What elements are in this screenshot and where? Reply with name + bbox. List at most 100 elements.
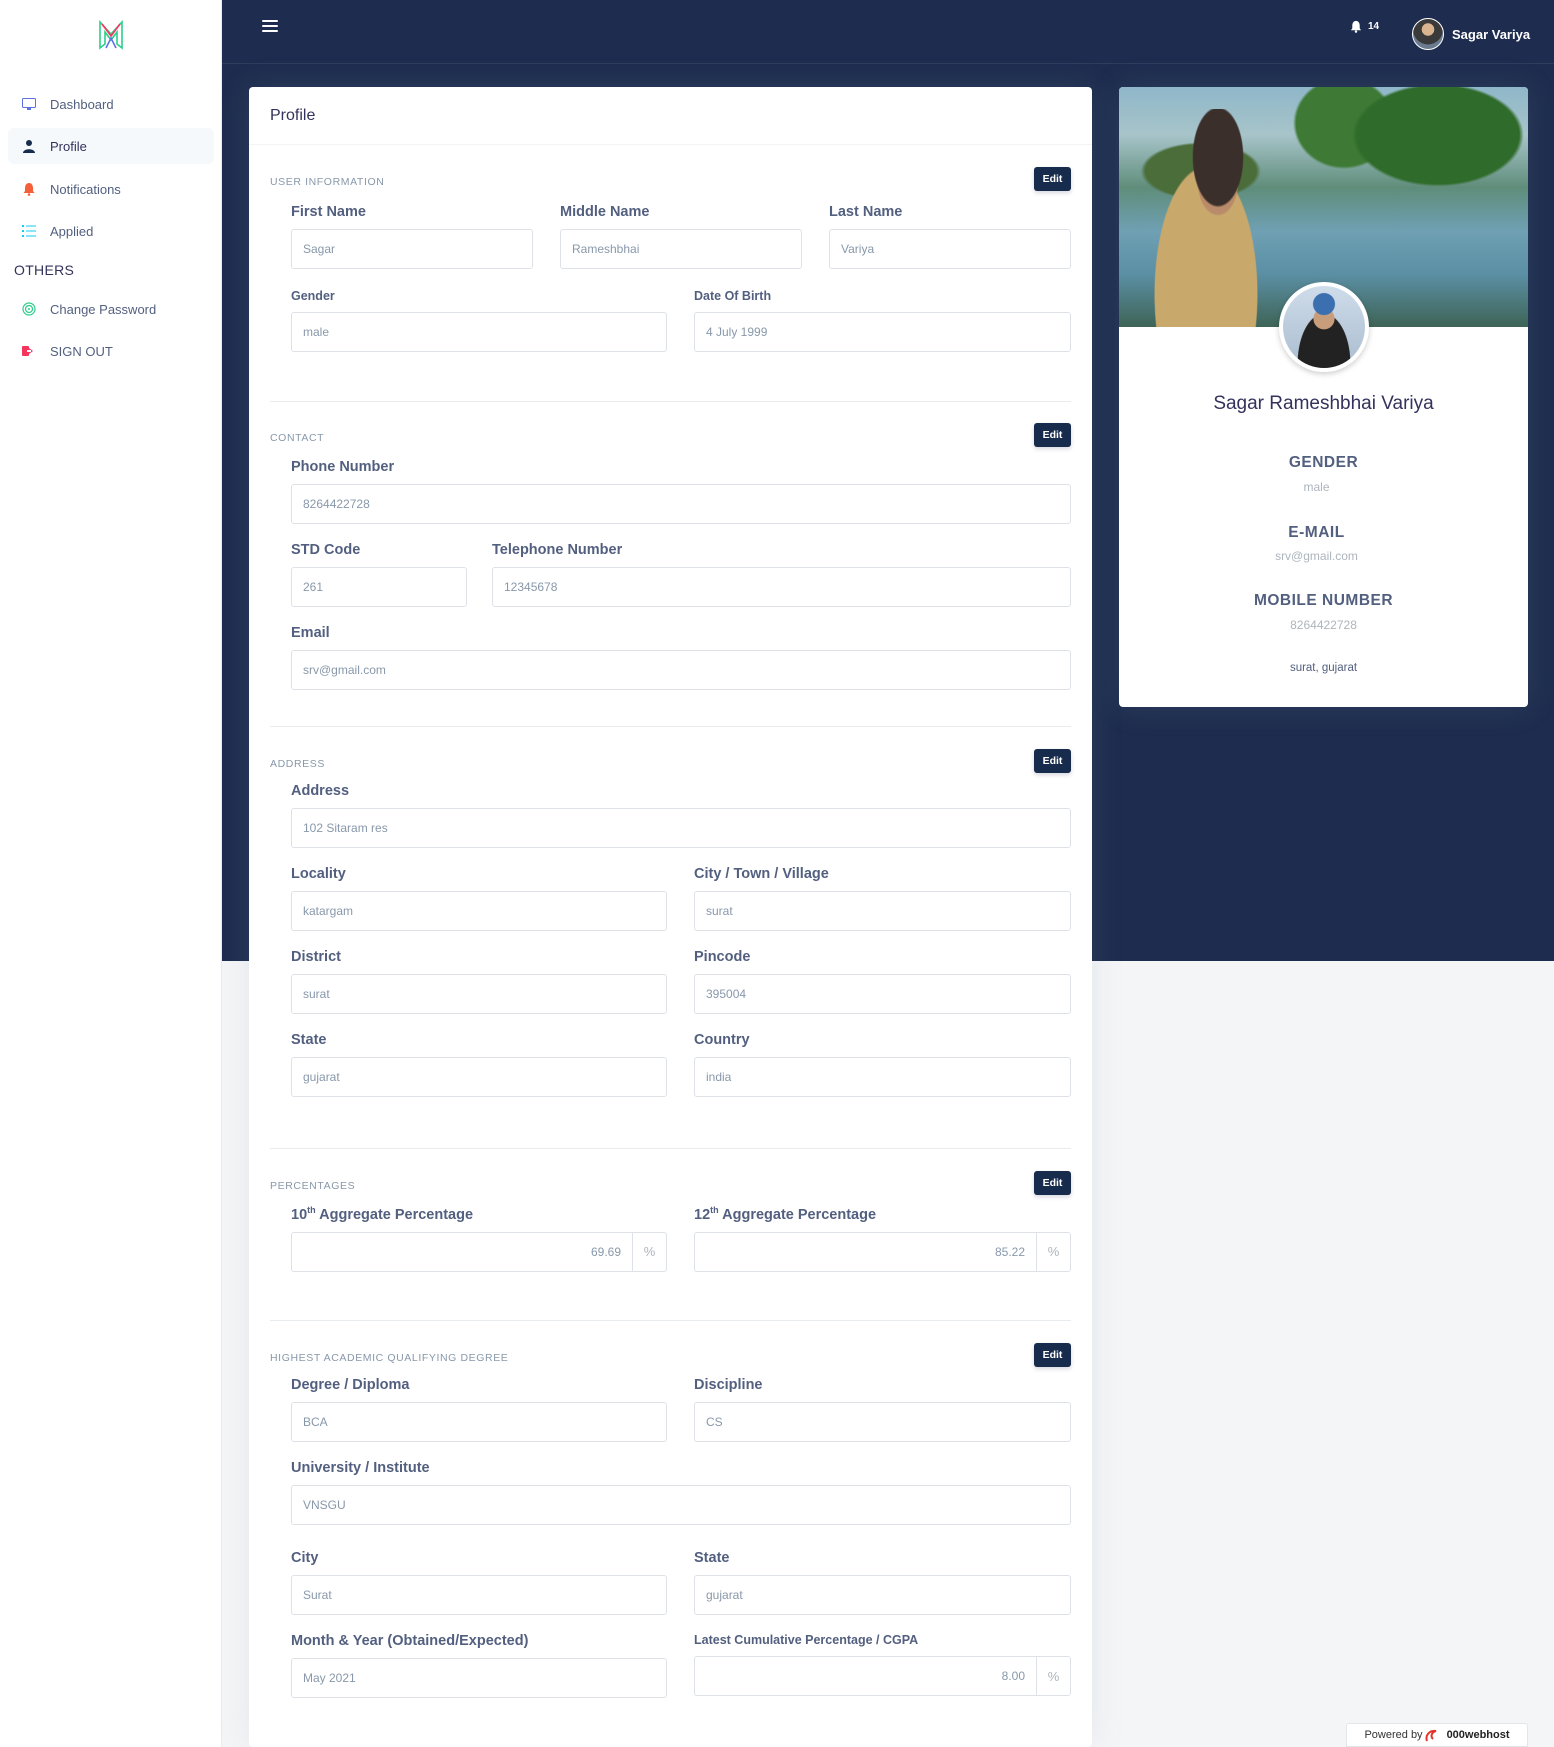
- degree-state-label: State: [694, 1550, 730, 1566]
- university-label: University / Institute: [291, 1460, 430, 1476]
- sidebar-item-applied[interactable]: Applied: [8, 213, 214, 249]
- avatar: [1412, 18, 1444, 50]
- telephone-field[interactable]: 12345678: [492, 567, 1071, 607]
- brand-logo-icon[interactable]: [98, 20, 124, 50]
- degree-city-label: City: [291, 1550, 319, 1566]
- address-field[interactable]: 102 Sitaram res: [291, 808, 1071, 848]
- month-year-field[interactable]: May 2021: [291, 1658, 667, 1698]
- university-field[interactable]: VNSGU: [291, 1485, 1071, 1525]
- sidebar-item-sign-out[interactable]: SIGN OUT: [8, 333, 214, 369]
- powered-by-badge[interactable]: Powered by 000webhost: [1346, 1723, 1528, 1747]
- degree-city-field[interactable]: Surat: [291, 1575, 667, 1615]
- edit-degree-button[interactable]: Edit: [1034, 1343, 1071, 1367]
- state-group: State gujarat: [291, 1032, 667, 1097]
- locality-field[interactable]: katargam: [291, 891, 667, 931]
- divider: [270, 401, 1071, 402]
- hamburger-menu-icon[interactable]: [262, 20, 278, 36]
- address-group: Address 102 Sitaram res: [291, 783, 1071, 848]
- edit-percentages-button[interactable]: Edit: [1034, 1171, 1071, 1195]
- section-title: USER INFORMATION: [270, 176, 385, 188]
- twelfth-percentage-group: 12th Aggregate Percentage 85.22 %: [694, 1205, 1071, 1272]
- list-icon: [22, 224, 36, 238]
- sign-out-icon: [22, 344, 36, 358]
- email-label: Email: [291, 625, 330, 641]
- gender-value: male: [1303, 480, 1330, 494]
- state-field[interactable]: gujarat: [291, 1057, 667, 1097]
- std-code-field[interactable]: 261: [291, 567, 467, 607]
- sidebar-item-change-password[interactable]: Change Password: [8, 291, 214, 327]
- address-label: Address: [291, 783, 350, 799]
- mobile-value: 8264422728: [1290, 618, 1357, 632]
- section-title: PERCENTAGES: [270, 1180, 356, 1192]
- others-heading: OTHERS: [14, 262, 75, 278]
- email-value: srv@gmail.com: [1275, 549, 1358, 563]
- user-icon: [22, 139, 36, 153]
- cgpa-field[interactable]: 8.00: [694, 1656, 1036, 1696]
- tenth-percentage-group: 10th Aggregate Percentage 69.69 %: [291, 1205, 667, 1272]
- notification-bell[interactable]: 14: [1350, 20, 1379, 33]
- pincode-group: Pincode 395004: [694, 949, 1071, 1014]
- last-name-field[interactable]: Variya: [829, 229, 1071, 269]
- edit-contact-button[interactable]: Edit: [1034, 423, 1071, 447]
- district-field[interactable]: surat: [291, 974, 667, 1014]
- location-text: surat, gujarat: [1289, 662, 1358, 674]
- fingerprint-icon: [22, 302, 36, 316]
- district-group: District surat: [291, 949, 667, 1014]
- user-menu[interactable]: Sagar Variya: [1412, 18, 1530, 50]
- notification-count: 14: [1368, 21, 1380, 32]
- cgpa-label: Latest Cumulative Percentage / CGPA: [694, 1633, 919, 1647]
- dob-group: Date Of Birth 4 July 1999: [694, 289, 1071, 352]
- sidebar-item-notifications[interactable]: Notifications: [8, 171, 214, 207]
- sidebar-item-profile[interactable]: Profile: [8, 128, 214, 164]
- host-logo-icon: [1425, 1729, 1437, 1742]
- top-navbar: 14 Sagar Variya: [222, 0, 1554, 64]
- sidebar-item-label: Notifications: [50, 181, 121, 197]
- first-name-field[interactable]: Sagar: [291, 229, 533, 269]
- university-group: University / Institute VNSGU: [291, 1460, 1071, 1525]
- city-label: City / Town / Village: [694, 866, 829, 882]
- email-field[interactable]: srv@gmail.com: [291, 650, 1071, 690]
- divider: [270, 1148, 1071, 1149]
- monitor-icon: [22, 97, 36, 111]
- sidebar-item-dashboard[interactable]: Dashboard: [8, 86, 214, 122]
- country-field[interactable]: india: [694, 1057, 1071, 1097]
- host-brand: 000webhost: [1446, 1729, 1510, 1741]
- email-title: E-MAIL: [1288, 524, 1345, 541]
- sidebar-item-label: Profile: [50, 138, 87, 154]
- sidebar-item-label: SIGN OUT: [50, 343, 113, 359]
- country-label: Country: [694, 1032, 750, 1048]
- tenth-percentage-field[interactable]: 69.69: [291, 1231, 632, 1272]
- middle-name-field[interactable]: Rameshbhai: [560, 229, 802, 269]
- first-name-label: First Name: [291, 204, 366, 220]
- telephone-group: Telephone Number 12345678: [492, 542, 1071, 607]
- discipline-label: Discipline: [694, 1377, 763, 1393]
- mobile-title: MOBILE NUMBER: [1253, 592, 1394, 609]
- avatar[interactable]: [1279, 282, 1369, 372]
- twelfth-percentage-label: 12th Aggregate Percentage: [694, 1205, 877, 1223]
- first-name-group: First Name Sagar: [291, 204, 533, 269]
- discipline-field[interactable]: CS: [694, 1402, 1071, 1442]
- profile-summary-card: Sagar Rameshbhai Variya GENDER male E-MA…: [1119, 87, 1528, 707]
- section-title: ADDRESS: [270, 758, 325, 770]
- twelfth-percentage-field[interactable]: 85.22: [694, 1231, 1036, 1272]
- gender-label: Gender: [291, 289, 335, 303]
- dob-label: Date Of Birth: [694, 289, 772, 303]
- city-group: City / Town / Village surat: [694, 866, 1071, 931]
- degree-group: Degree / Diploma BCA: [291, 1377, 667, 1442]
- dob-field[interactable]: 4 July 1999: [694, 312, 1071, 352]
- degree-state-group: State gujarat: [694, 1550, 1071, 1615]
- city-field[interactable]: surat: [694, 891, 1071, 931]
- degree-field[interactable]: BCA: [291, 1402, 667, 1442]
- phone-field[interactable]: 8264422728: [291, 484, 1071, 524]
- edit-address-button[interactable]: Edit: [1034, 749, 1071, 773]
- last-name-group: Last Name Variya: [829, 204, 1071, 269]
- profile-name: Sagar Rameshbhai Variya: [1213, 393, 1434, 414]
- phone-group: Phone Number 8264422728: [291, 459, 1071, 524]
- gender-field[interactable]: male: [291, 312, 667, 352]
- percent-addon: %: [632, 1231, 667, 1272]
- degree-state-field[interactable]: gujarat: [694, 1575, 1071, 1615]
- edit-user-info-button[interactable]: Edit: [1034, 167, 1071, 191]
- gender-title: GENDER: [1288, 454, 1359, 471]
- pincode-field[interactable]: 395004: [694, 974, 1071, 1014]
- state-label: State: [291, 1032, 327, 1048]
